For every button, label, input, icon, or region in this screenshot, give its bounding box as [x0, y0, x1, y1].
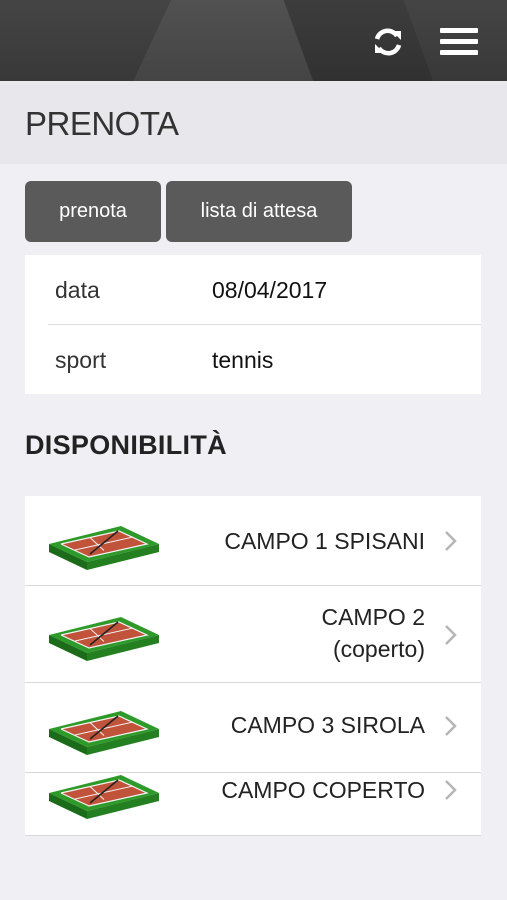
- refresh-button[interactable]: [368, 22, 408, 62]
- date-label: data: [55, 277, 100, 303]
- sport-row[interactable]: sport tennis: [25, 325, 481, 394]
- sport-value: tennis: [212, 347, 274, 373]
- prenota-button[interactable]: prenota: [25, 181, 161, 242]
- header-shade: [0, 0, 507, 81]
- chevron-right-icon: [445, 716, 457, 736]
- tennis-court-icon: [49, 526, 159, 570]
- court-row-campo-2[interactable]: CAMPO 2 (coperto): [25, 586, 481, 683]
- hamburger-menu-icon: [440, 28, 478, 33]
- court-name: CAMPO 1 SPISANI: [224, 528, 425, 554]
- tennis-court-icon: [49, 617, 159, 661]
- court-row-campo-1[interactable]: CAMPO 1 SPISANI: [25, 496, 481, 586]
- availability-title: DISPONIBILITÀ: [25, 430, 227, 460]
- court-name: CAMPO 3 SIROLA: [230, 712, 425, 738]
- chevron-right-icon: [445, 780, 457, 800]
- booking-info-card: data 08/04/2017 sport tennis: [25, 255, 481, 394]
- chevron-right-icon: [445, 531, 457, 551]
- court-name-line: (coperto): [332, 636, 425, 662]
- date-row[interactable]: data 08/04/2017: [25, 255, 481, 324]
- page-title: PRENOTA: [25, 105, 179, 142]
- date-value: 08/04/2017: [212, 277, 328, 303]
- hamburger-menu-icon: [440, 50, 478, 55]
- waiting-list-button[interactable]: lista di attesa: [166, 181, 352, 242]
- court-row-campo-3[interactable]: CAMPO 3 SIROLA: [25, 683, 481, 773]
- court-name: CAMPO 2 (coperto): [321, 601, 425, 665]
- refresh-icon: [374, 28, 402, 56]
- court-row-campo-coperto[interactable]: CAMPO COPERTO: [25, 773, 481, 836]
- tennis-court-icon: [49, 711, 159, 755]
- menu-button[interactable]: [436, 24, 482, 60]
- sport-label: sport: [55, 347, 107, 373]
- court-name: CAMPO COPERTO: [221, 777, 425, 803]
- court-name-line: CAMPO 2: [321, 604, 425, 630]
- hamburger-menu-icon: [440, 39, 478, 44]
- tennis-court-icon: [49, 775, 159, 819]
- top-bar: [0, 0, 507, 81]
- chevron-right-icon: [445, 625, 457, 645]
- court-list: CAMPO 1 SPISANI CAMPO 2 (coperto) CAMPO …: [25, 496, 481, 836]
